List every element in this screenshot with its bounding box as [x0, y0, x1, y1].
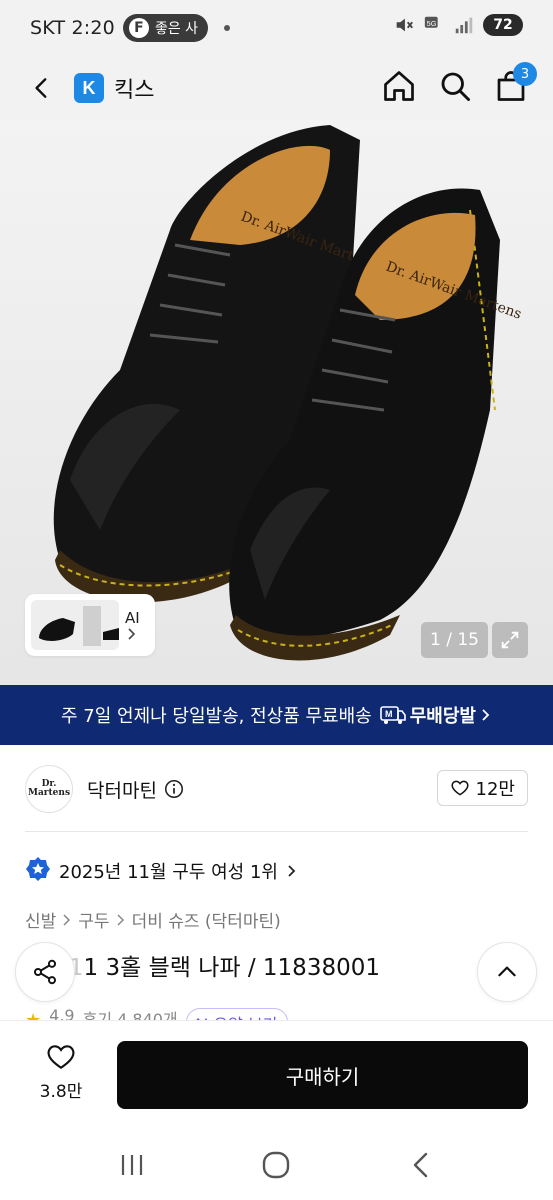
mute-icon — [396, 18, 413, 32]
back-arrow-icon — [413, 1152, 428, 1178]
breadcrumb: 신발 구두 더비 슈즈 (닥터마틴) — [25, 907, 281, 932]
brand-row: Dr. Martens 닥터마틴 12만 — [25, 763, 528, 815]
search-icon — [441, 72, 470, 101]
share-icon — [33, 959, 57, 985]
battery-icon: 72 — [483, 14, 523, 36]
scroll-top-button[interactable] — [477, 942, 537, 1002]
section-divider — [25, 831, 528, 832]
product-title: 14611 3홀 블랙 나파 / 11838001 — [25, 948, 380, 982]
ranking-text: 2025년 11월 구두 여성 1위 — [59, 862, 278, 883]
heart-icon — [451, 780, 469, 796]
expand-icon — [501, 631, 519, 649]
cart-count-badge: 3 — [513, 62, 537, 86]
chevron-up-icon — [498, 966, 516, 977]
delivery-truck-icon: M — [379, 706, 406, 724]
store-logo[interactable]: K — [74, 73, 104, 103]
status-time: SKT 2:20 — [30, 17, 115, 39]
home-button[interactable] — [381, 68, 417, 104]
banner-brand: M 무배당발 — [379, 702, 492, 728]
notification-pill[interactable]: F 좋은 사 — [122, 14, 209, 42]
chevron-right-icon — [482, 709, 490, 721]
app-header: K 킥스 3 — [0, 56, 553, 168]
home-icon — [384, 71, 414, 101]
product-title-text: 1 3홀 블랙 나파 / 11838001 — [83, 955, 380, 981]
purchase-bar: 3.8만 구매하기 — [0, 1020, 553, 1130]
chevron-right-icon — [128, 628, 136, 640]
store-name[interactable]: 킥스 — [114, 72, 154, 104]
heart-icon — [47, 1045, 75, 1069]
banner-brand-label: 무배당발 — [409, 706, 476, 727]
thumbnail-image — [31, 600, 119, 650]
signal-icon — [455, 17, 473, 34]
chevron-right-icon — [288, 865, 296, 877]
status-icons: 5G 72 — [393, 14, 523, 36]
buy-button[interactable]: 구매하기 — [117, 1041, 528, 1109]
ranking-row[interactable]: 2025년 11월 구두 여성 1위 — [25, 856, 298, 886]
back-button[interactable] — [24, 70, 60, 106]
search-button[interactable] — [437, 68, 473, 104]
svg-text:M: M — [385, 709, 393, 719]
ai-text: AI — [125, 609, 140, 627]
cart-button[interactable]: 3 — [493, 62, 537, 104]
home-circle-icon — [263, 1151, 290, 1179]
info-icon[interactable] — [163, 778, 185, 800]
header-actions: 3 — [381, 62, 537, 104]
wishlist-count: 3.8만 — [39, 1082, 83, 1102]
brand-logo[interactable]: Dr. Martens — [25, 765, 73, 813]
wishlist-button[interactable]: 3.8만 — [24, 1041, 98, 1102]
image-counter: 1 / 15 — [421, 622, 488, 658]
ranking-badge-icon — [26, 857, 50, 881]
home-nav-button[interactable] — [251, 1140, 301, 1190]
ai-thumbnail-card[interactable]: AI — [25, 594, 155, 656]
ai-label: AI — [125, 609, 140, 641]
shipping-banner[interactable]: 주 7일 언제나 당일발송, 전상품 무료배송 M 무배당발 — [0, 685, 553, 745]
brand-like-button[interactable]: 12만 — [436, 770, 528, 806]
brand-like-count: 12만 — [475, 779, 515, 800]
system-nav-bar — [0, 1130, 553, 1200]
product-detail-screen: SKT 2:20 F 좋은 사 5G 72 K 킥스 3 Dr. AirWair… — [0, 0, 553, 1200]
brand-name[interactable]: 닥터마틴 — [87, 776, 157, 803]
share-button[interactable] — [15, 942, 75, 1002]
notification-pill-label: 좋은 사 — [154, 21, 199, 37]
chevron-right-icon — [63, 913, 71, 926]
notification-app-icon: F — [128, 18, 149, 38]
recent-apps-button[interactable] — [107, 1140, 157, 1190]
chevron-right-icon — [117, 913, 124, 926]
breadcrumb-item[interactable]: 구두 — [78, 907, 109, 932]
5g-icon: 5G — [424, 16, 438, 28]
expand-button[interactable] — [492, 622, 528, 658]
svg-text:5G: 5G — [427, 19, 437, 28]
back-nav-button[interactable] — [396, 1140, 446, 1190]
recent-apps-icon — [122, 1155, 143, 1175]
banner-text: 주 7일 언제나 당일발송, 전상품 무료배송 — [61, 706, 372, 727]
breadcrumb-item[interactable]: 신발 — [25, 907, 56, 932]
product-image-carousel[interactable]: Dr. AirWair Martens Dr. AirWair Martens — [0, 120, 553, 685]
notification-dot-icon — [224, 25, 231, 31]
breadcrumb-item[interactable]: 더비 슈즈 (닥터마틴) — [132, 907, 281, 932]
chevron-left-icon — [35, 78, 47, 98]
status-bar: SKT 2:20 F 좋은 사 5G 72 — [0, 0, 553, 56]
